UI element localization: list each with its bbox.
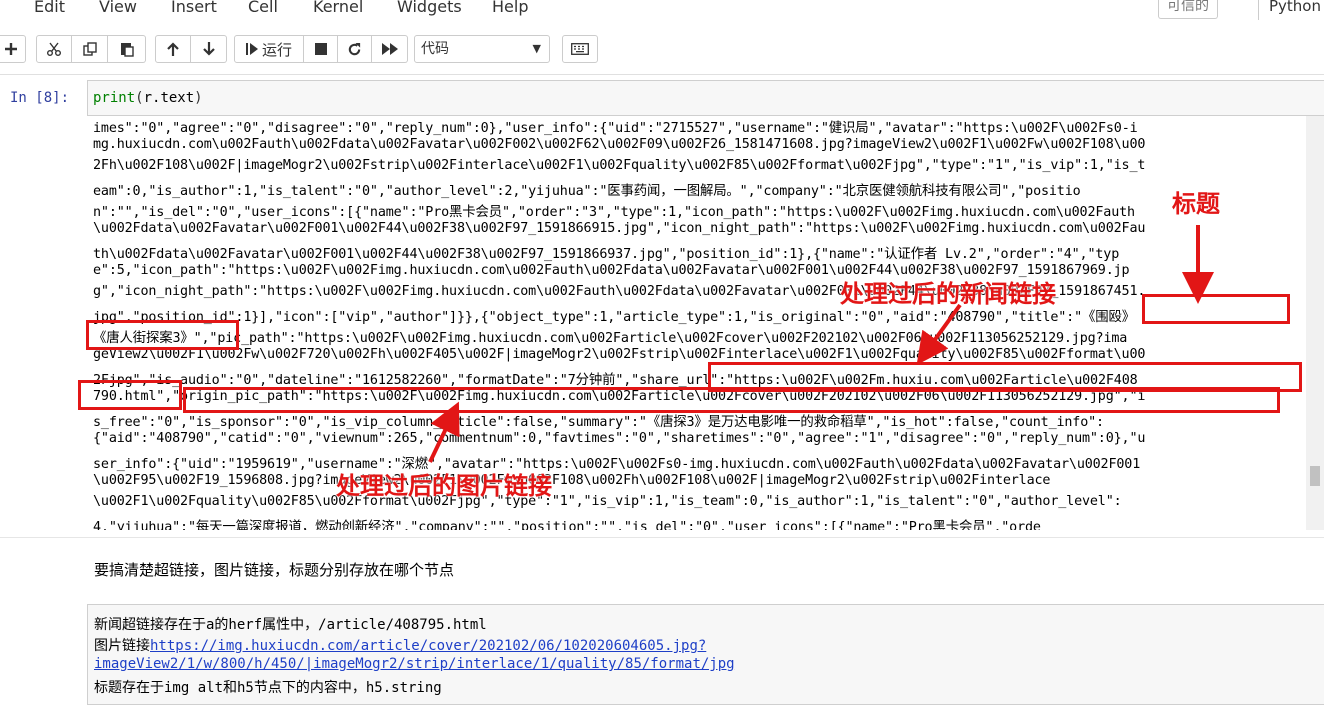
- output-line: th\u002Fdata\u002Favatar\u002F001\u002F4…: [93, 247, 1120, 262]
- highlight-title-value: [86, 320, 239, 350]
- move-up-button[interactable]: [155, 35, 191, 63]
- output-line: s_free":"0","is_sponsor":"0","is_vip_col…: [93, 415, 1104, 430]
- scrollbar-thumb[interactable]: [1310, 466, 1320, 486]
- output-line: 2Fh\u002F108\u002F|imageMogr2\u002Fstrip…: [93, 158, 1146, 173]
- output-line: 4,"yijuhua":"每天一篇深度报道，燃动创新经济","company":…: [93, 520, 1041, 530]
- step-forward-icon: [245, 43, 258, 55]
- cell-divider: [0, 537, 1324, 538]
- output-line: \u002Fdata\u002Favatar\u002F001\u002F44\…: [93, 221, 1146, 236]
- command-palette-button[interactable]: [562, 35, 598, 63]
- plus-icon: [5, 43, 17, 55]
- annotation-news-link: 处理过后的新闻链接: [840, 280, 1056, 308]
- cell-output: imes":"0","agree":"0","disagree":"0","re…: [87, 116, 1302, 530]
- markdown-line: imageView2/1/w/800/h/450/|imageMogr2/str…: [94, 656, 735, 672]
- run-label: 运行: [261, 40, 292, 59]
- menu-bar: Edit View Insert Cell Kernel Widgets Hel…: [0, 0, 1324, 24]
- cut-button[interactable]: [36, 35, 72, 63]
- fast-forward-icon: [381, 43, 398, 55]
- menu-help[interactable]: Help: [492, 0, 528, 16]
- input-prompt: In [8]:: [10, 90, 70, 106]
- output-line: n":"","is_del":"0","user_icons":[{"name"…: [93, 205, 1135, 220]
- output-line: mg.huxiucdn.com\u002Fauth\u002Fdata\u002…: [93, 137, 1146, 152]
- cell-type-select[interactable]: 代码 ▼: [414, 35, 550, 63]
- copy-icon: [82, 42, 97, 56]
- annotation-title: 标题: [1172, 190, 1220, 218]
- paste-button[interactable]: [108, 35, 146, 63]
- restart-run-all-button[interactable]: [372, 35, 408, 63]
- toolbar: 运行 代码 ▼: [0, 24, 1324, 75]
- arrow-up-icon: [167, 42, 179, 56]
- markdown-code-block: 新闻超链接存在于a的herf属性中，/article/408795.html 图…: [87, 604, 1324, 705]
- chevron-down-icon: ▼: [532, 42, 541, 55]
- image-url-link-cont[interactable]: imageView2/1/w/800/h/450/|imageMogr2/str…: [94, 656, 735, 672]
- markdown-text: 图片链接: [94, 638, 150, 654]
- menu-kernel[interactable]: Kernel: [313, 0, 363, 16]
- image-url-link[interactable]: https://img.huxiucdn.com/article/cover/2…: [150, 638, 706, 654]
- interrupt-button[interactable]: [304, 35, 338, 63]
- output-line: \u002F1\u002Fquality\u002F85\u002Fformat…: [93, 494, 1122, 509]
- output-line: ser_info":{"uid":"1959619","username":"深…: [93, 457, 1141, 472]
- arrow-down-icon: [202, 42, 215, 56]
- output-line: {"aid":"408790","catid":"0","viewnum":26…: [93, 431, 1146, 446]
- trusted-indicator[interactable]: 可信的: [1158, 0, 1218, 19]
- paste-icon: [120, 43, 134, 57]
- markdown-line: 标题存在于img alt和h5节点下的内容中，h5.string: [94, 680, 442, 696]
- markdown-line: 新闻超链接存在于a的herf属性中，/article/408795.html: [94, 617, 487, 633]
- refresh-icon: [348, 42, 361, 55]
- code-text: print(r.text): [93, 90, 203, 106]
- menu-view[interactable]: View: [99, 0, 137, 16]
- code-cell-input[interactable]: print(r.text): [87, 80, 1324, 116]
- stop-icon: [314, 43, 327, 55]
- annotation-image-link: 处理过后的图片链接: [336, 472, 552, 500]
- output-line: eam":0,"is_author":1,"is_talent":"0","au…: [93, 184, 1081, 199]
- kernel-indicator: Python: [1258, 0, 1321, 20]
- menu-widgets[interactable]: Widgets: [397, 0, 462, 16]
- output-scrollbar[interactable]: [1306, 116, 1324, 530]
- highlight-share-url-end: [78, 380, 182, 410]
- insert-cell-button[interactable]: [0, 35, 26, 63]
- output-line: imes":"0","agree":"0","disagree":"0","re…: [93, 121, 1138, 136]
- cell-type-value: 代码: [421, 41, 449, 57]
- output-line: 《唐人街探案3》","pic_path":"https:\u002F\u002F…: [93, 331, 1128, 346]
- scissors-icon: [47, 42, 61, 56]
- restart-button[interactable]: [338, 35, 372, 63]
- menu-cell[interactable]: Cell: [248, 0, 278, 16]
- output-line: geView2\u002F1\u002Fw\u002F720\u002Fh\u0…: [93, 347, 1146, 362]
- run-button[interactable]: 运行: [234, 35, 304, 63]
- markdown-heading: 要搞清楚超链接，图片链接，标题分别存放在哪个节点: [94, 561, 455, 579]
- markdown-line: 图片链接https://img.huxiucdn.com/article/cov…: [94, 635, 706, 655]
- keyboard-icon: [571, 43, 589, 55]
- highlight-origin-pic-path: [183, 387, 1280, 413]
- menu-edit[interactable]: Edit: [34, 0, 65, 16]
- move-down-button[interactable]: [191, 35, 227, 63]
- output-line: \u002F95\u002F19_1596808.jpg?imageView2\…: [93, 473, 1051, 488]
- copy-button[interactable]: [72, 35, 108, 63]
- menu-insert[interactable]: Insert: [171, 0, 217, 16]
- highlight-title-key: [1142, 294, 1290, 324]
